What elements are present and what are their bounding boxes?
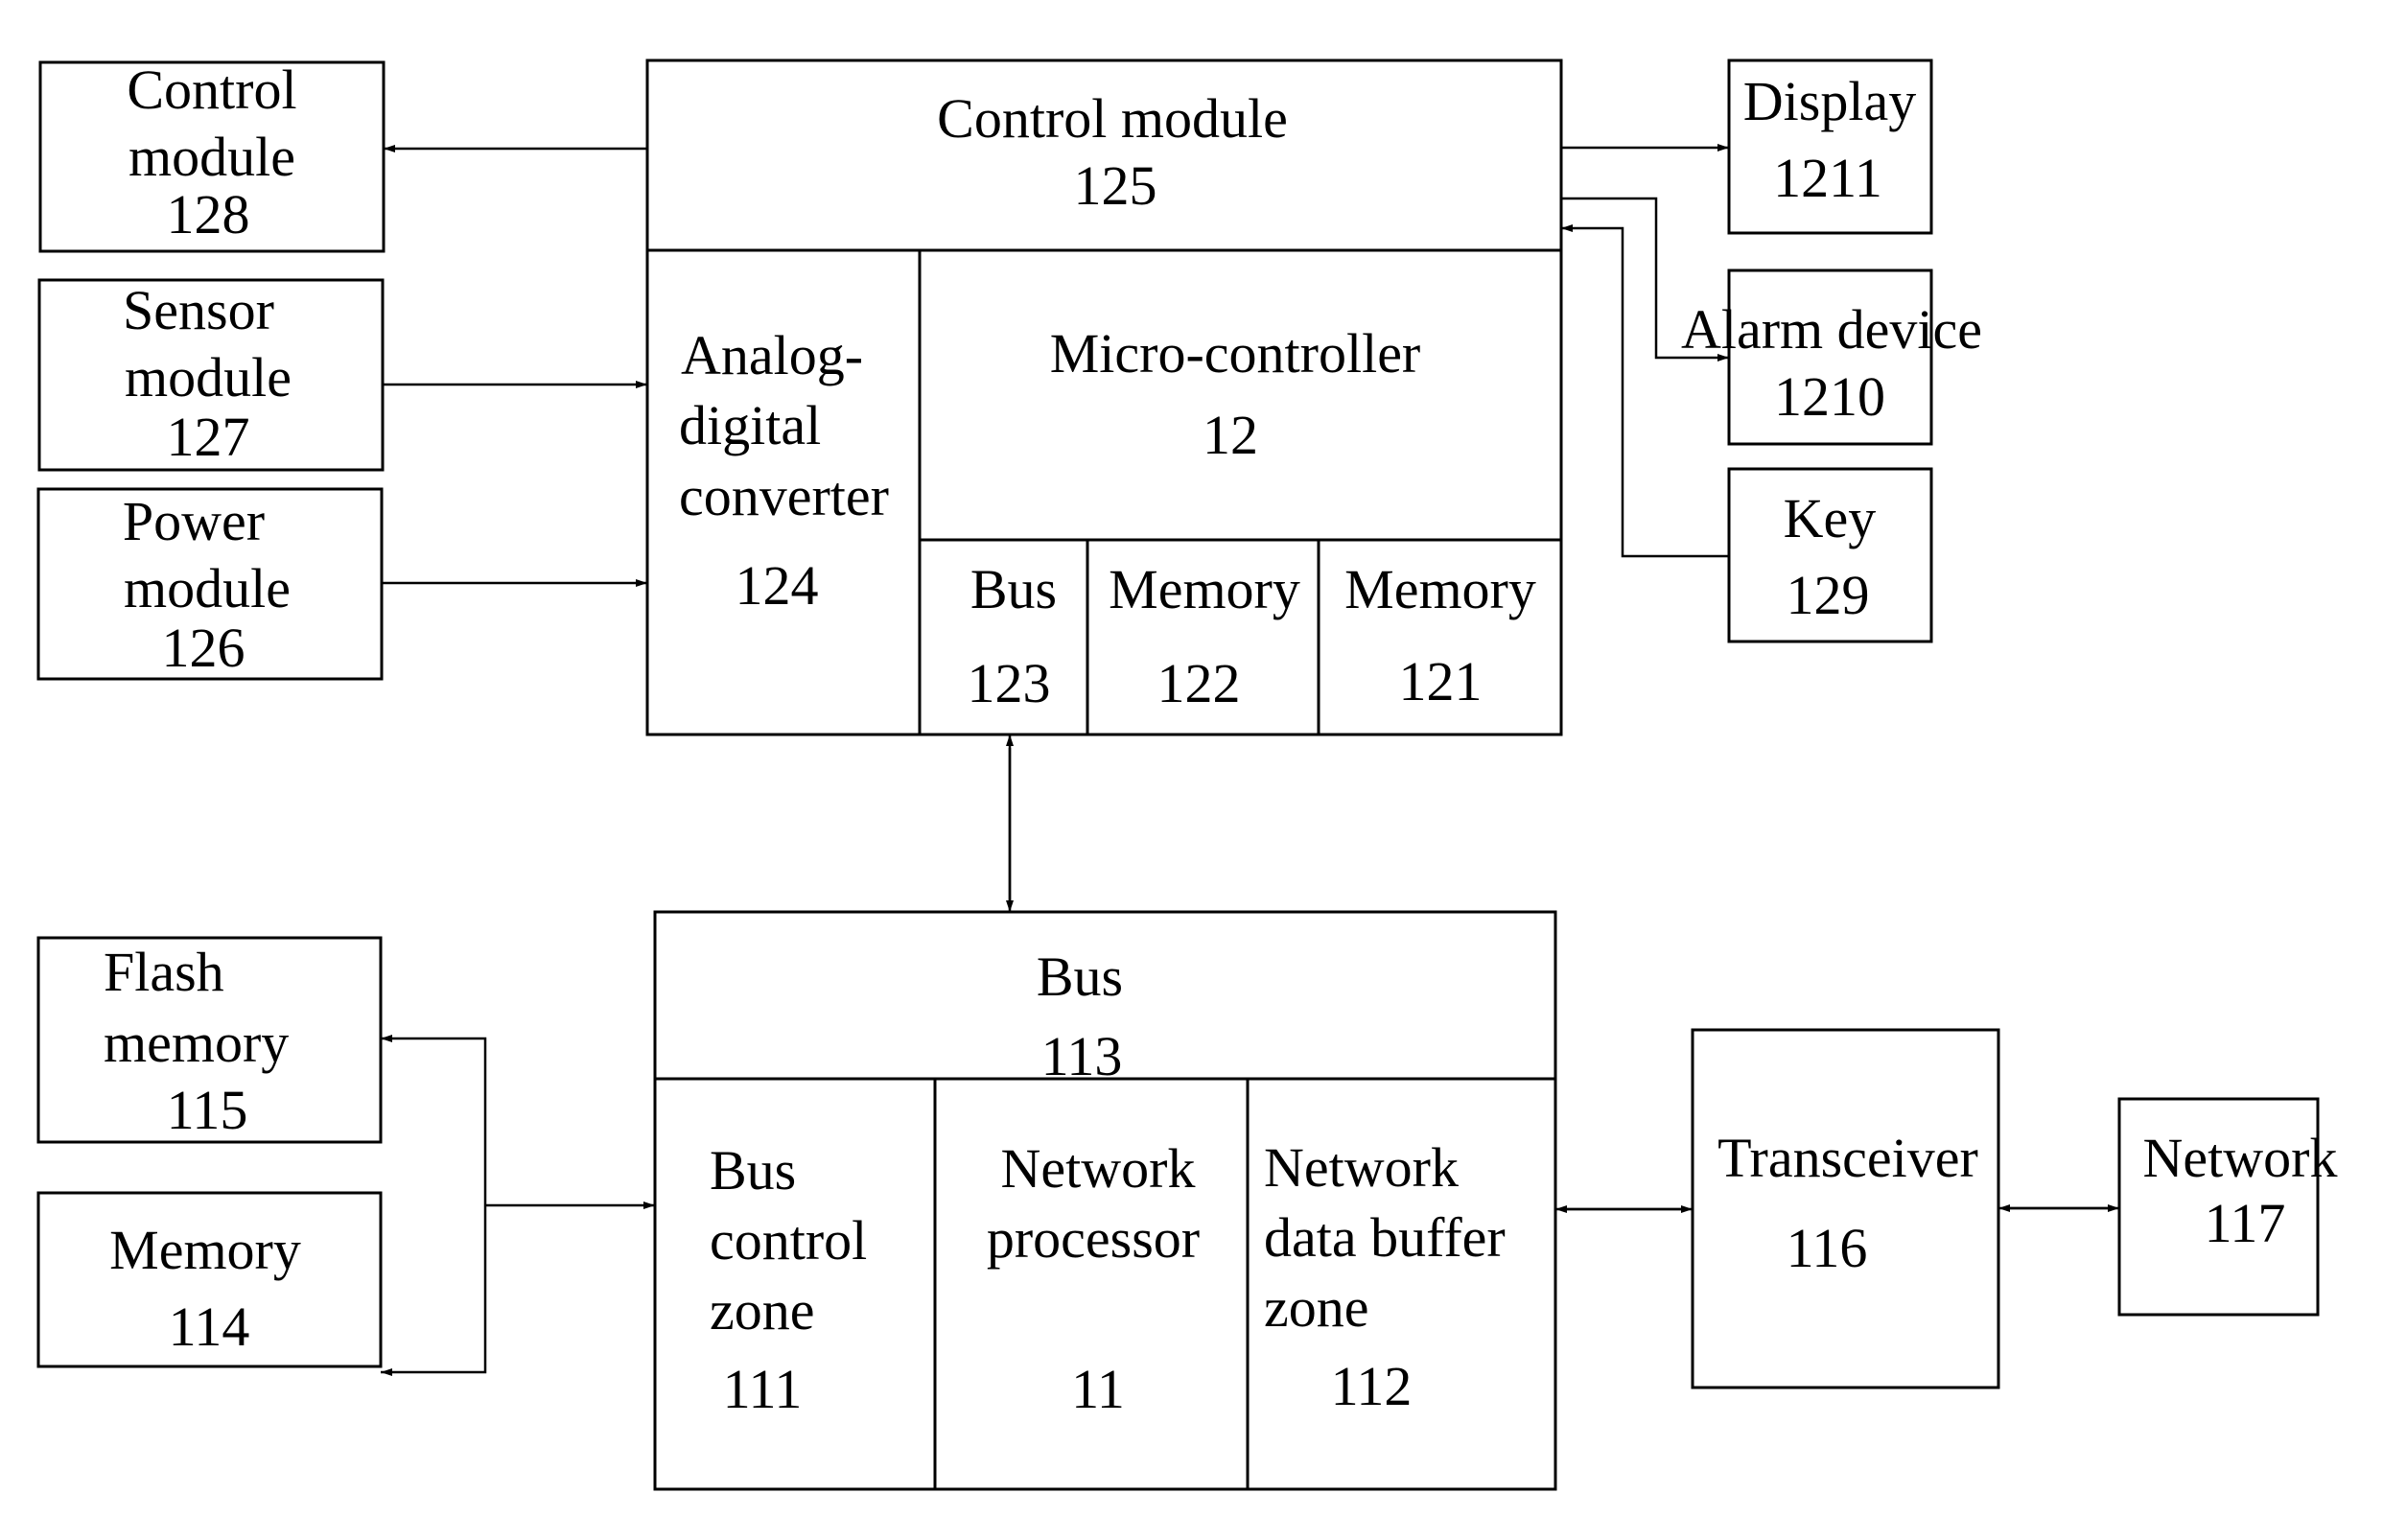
block-network-117: Network 117 — [2117, 1097, 2338, 1317]
label-line: data buffer — [1264, 1206, 1506, 1269]
block-memory-114: Memory 114 — [36, 1191, 383, 1368]
label-number: 1210 — [1774, 365, 1885, 428]
label-number: 116 — [1787, 1217, 1868, 1279]
label-line: Analog- — [681, 324, 863, 386]
label-line: module — [128, 126, 295, 188]
label-number: 127 — [167, 406, 250, 468]
label-line: Bus — [1037, 945, 1123, 1008]
label-number: 114 — [169, 1295, 250, 1358]
label-number: 122 — [1157, 652, 1241, 714]
block-bus-control-zone-111: Bus control zone 111 — [653, 1077, 937, 1491]
label-line: digital — [679, 394, 821, 456]
block-control-module-125: Control module 125 — [645, 58, 1563, 252]
label-number: 111 — [723, 1358, 803, 1420]
label-number: 11 — [1071, 1358, 1125, 1420]
label-line: Transceiver — [1717, 1127, 1978, 1189]
block-power-module-126: Power module 126 — [36, 487, 384, 681]
label-line: Key — [1784, 487, 1877, 549]
label-line: Bus — [710, 1139, 796, 1202]
label-line: Control module — [937, 87, 1288, 150]
label-line: Flash — [104, 941, 224, 1003]
arrow-to-flash-memory — [381, 1035, 487, 1205]
label-number: 12 — [1203, 404, 1258, 466]
label-line: control — [710, 1209, 867, 1272]
block-flash-memory-115: Flash memory 115 — [36, 936, 383, 1144]
label-line: Network — [1264, 1136, 1459, 1199]
label-line: Memory — [1109, 558, 1300, 620]
label-number: 124 — [736, 554, 819, 617]
label-line: Control — [127, 58, 296, 121]
label-line: Memory — [109, 1219, 301, 1281]
block-network-data-buffer-zone-112: Network data buffer zone 112 — [1246, 1077, 1557, 1491]
label-line: Network — [1001, 1137, 1196, 1200]
label-line: Memory — [1344, 558, 1536, 620]
block-micro-controller-12: Micro-controller 12 — [918, 248, 1563, 542]
block-network-processor-11: Network processor 11 — [933, 1077, 1250, 1491]
label-number: 123 — [968, 652, 1051, 714]
arrow-key-to-125 — [1561, 224, 1729, 558]
label-number: 112 — [1331, 1355, 1413, 1417]
label-line: Micro-controller — [1050, 322, 1421, 385]
arrow-to-memory-114 — [381, 1205, 487, 1376]
label-line: module — [125, 346, 292, 408]
block-display-1211: Display 1211 — [1727, 58, 1933, 235]
block-memory-122: Memory 122 — [1086, 538, 1320, 736]
label-line: Bus — [970, 558, 1057, 620]
block-control-module-128: Control module 128 — [38, 58, 385, 253]
block-adc-124: Analog- digital converter 124 — [645, 248, 922, 736]
label-line: zone — [710, 1279, 815, 1342]
label-line: Display — [1743, 70, 1916, 132]
block-bus-123: Bus 123 — [918, 538, 1089, 736]
label-line: Network — [2143, 1127, 2338, 1189]
label-number: 128 — [167, 183, 250, 245]
block-memory-121: Memory 121 — [1317, 538, 1563, 736]
block-transceiver-116: Transceiver 116 — [1691, 1028, 2000, 1389]
label-line: Alarm device — [1681, 298, 1982, 361]
block-sensor-module-127: Sensor module 127 — [37, 278, 385, 472]
label-number: 129 — [1787, 564, 1870, 626]
label-number: 1211 — [1773, 147, 1882, 209]
label-line: Power — [123, 490, 265, 552]
label-line: processor — [987, 1207, 1200, 1270]
label-line: converter — [679, 465, 889, 527]
label-number: 126 — [162, 617, 245, 679]
label-number: 121 — [1399, 650, 1483, 712]
label-line: zone — [1264, 1276, 1369, 1339]
block-diagram: Control module 128 Sensor module 127 Pow… — [36, 58, 2338, 1491]
label-number: 125 — [1074, 154, 1157, 217]
block-key-129: Key 129 — [1727, 467, 1933, 643]
label-line: module — [124, 557, 291, 619]
label-line: memory — [104, 1012, 289, 1074]
block-bus-113: Bus 113 — [653, 910, 1557, 1087]
label-number: 115 — [167, 1079, 248, 1141]
label-line: Sensor — [123, 279, 274, 341]
label-number: 117 — [2205, 1192, 2286, 1254]
